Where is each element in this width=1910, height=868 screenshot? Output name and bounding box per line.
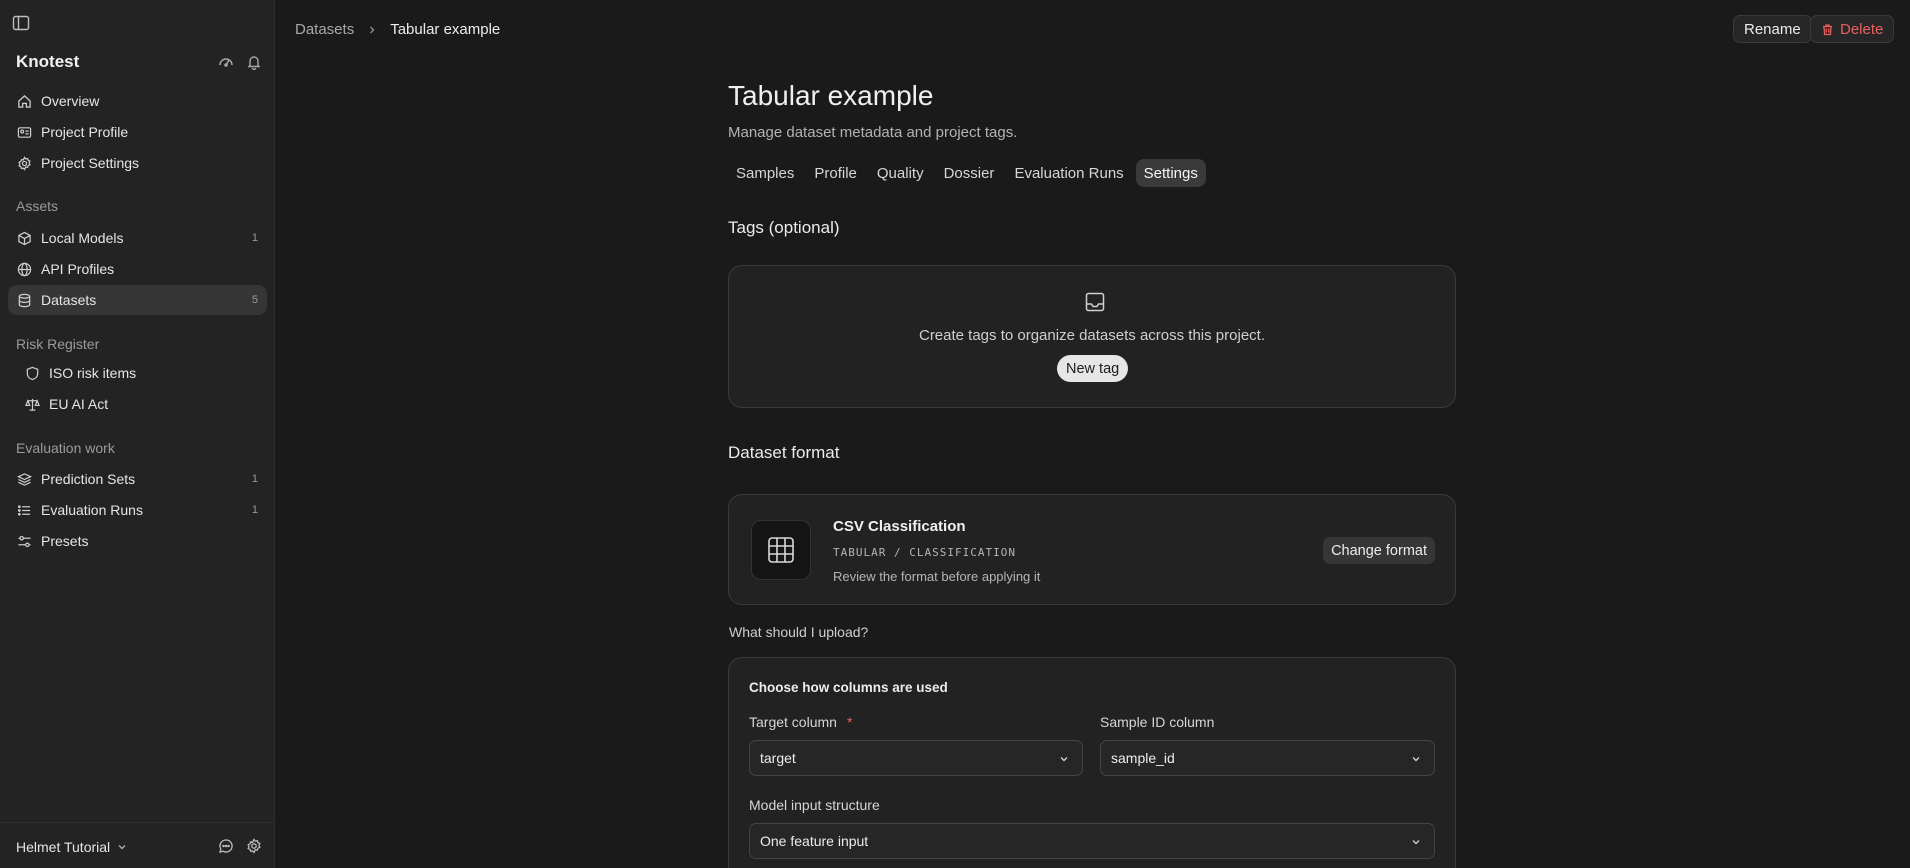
sidebar-header: Knotest [16,50,266,74]
sidebar-footer: Helmet Tutorial [0,822,275,868]
chevron-down-icon [1058,753,1070,765]
column-mapping-card: Choose how columns are used Target colum… [728,657,1456,868]
format-name: CSV Classification [833,518,966,535]
sidebar-item-label: ISO risk items [49,365,137,381]
sidebar-item-overview[interactable]: Overview [8,86,267,116]
target-column-select[interactable]: target [749,740,1083,776]
gear-icon [17,155,32,171]
sample-id-column-select[interactable]: sample_id [1100,740,1435,776]
database-icon [17,293,32,308]
team-switcher[interactable]: Helmet Tutorial [16,839,128,855]
new-tag-button[interactable]: New tag [1057,355,1129,382]
sidebar-item-label: API Profiles [41,261,115,277]
tags-empty-state: Create tags to organize datasets across … [728,265,1456,408]
section-label-evaluation-work: Evaluation work [16,440,115,456]
required-marker: * [846,714,853,730]
dataset-format-heading: Dataset format [728,443,840,462]
tab-settings[interactable]: Settings [1135,159,1206,187]
sidebar-item-label: Presets [41,533,89,549]
item-count: 1 [251,504,258,516]
sidebar-item-label: Local Models [41,230,124,246]
sidebar-item-project-profile[interactable]: Project Profile [8,117,267,147]
sidebar-item-api-profiles[interactable]: API Profiles [8,254,267,284]
input-structure-label: Model input structure [749,797,880,813]
sidebar-item-evaluation-runs[interactable]: Evaluation Runs 1 [8,495,267,525]
chevron-right-icon [366,24,378,36]
delete-label: Delete [1840,20,1884,38]
trash-icon [1821,23,1834,36]
tab-quality[interactable]: Quality [869,159,932,187]
layers-icon [17,472,32,487]
sidebar-item-project-settings[interactable]: Project Settings [8,148,267,178]
sample-id-column-value: sample_id [1111,750,1175,766]
column-mapping-heading: Choose how columns are used [749,680,948,695]
change-format-button[interactable]: Change format [1323,537,1435,564]
section-label-assets: Assets [16,198,59,214]
page-title: Tabular example [728,80,934,111]
chevron-down-icon [1410,753,1422,765]
upload-help-link[interactable]: What should I upload? [729,624,868,640]
sliders-icon [17,534,32,549]
sidebar-item-prediction-sets[interactable]: Prediction Sets 1 [8,464,267,494]
page-subtitle: Manage dataset metadata and project tags… [728,124,1018,141]
sidebar-item-eu-ai-act[interactable]: EU AI Act [8,389,267,419]
table-grid-icon [751,520,811,580]
sidebar-item-label: Project Settings [41,155,140,171]
tags-empty-message: Create tags to organize datasets across … [918,327,1265,344]
chevron-down-icon [116,841,128,853]
sidebar-toggle-icon[interactable] [12,15,30,31]
target-column-label-text: Target column [749,714,837,730]
section-label-risk-register: Risk Register [16,336,100,352]
bell-icon[interactable] [246,54,262,70]
chat-icon[interactable] [218,838,234,854]
list-icon [17,503,32,518]
sidebar-item-label: Overview [41,93,100,109]
cube-icon [17,231,32,246]
sidebar-item-local-models[interactable]: Local Models 1 [8,223,267,253]
sidebar-item-label: Evaluation Runs [41,502,143,518]
item-count: 1 [251,232,258,244]
id-card-icon [17,125,32,140]
sidebar: Knotest Overview Project Profile Project… [0,0,275,868]
settings-gear-icon[interactable] [246,838,262,854]
dataset-format-card: CSV Classification TABULAR / CLASSIFICAT… [728,494,1456,605]
team-name: Helmet Tutorial [16,839,111,855]
delete-button[interactable]: Delete [1810,15,1895,43]
breadcrumb-datasets-link[interactable]: Datasets [295,21,354,38]
shield-icon [25,366,40,381]
inbox-icon [1084,291,1106,313]
chevron-down-icon [1410,836,1422,848]
breadcrumb-current: Tabular example [390,21,501,38]
rename-button[interactable]: Rename [1733,15,1812,43]
target-column-value: target [760,750,796,766]
breadcrumb: Datasets Tabular example [295,21,500,38]
format-kind: TABULAR / CLASSIFICATION [833,546,1016,559]
globe-icon [17,262,32,277]
sidebar-item-datasets[interactable]: Datasets 5 [8,285,267,315]
input-structure-value: One feature input [760,833,869,849]
item-count: 1 [251,473,258,485]
home-icon [17,94,32,109]
sidebar-item-presets[interactable]: Presets [8,526,267,556]
sidebar-item-label: Datasets [41,292,97,308]
scale-icon [25,397,40,412]
sidebar-item-label: EU AI Act [49,396,109,412]
dataset-tabs: Samples Profile Quality Dossier Evaluati… [728,159,1206,187]
sample-id-column-label: Sample ID column [1100,714,1215,730]
tab-profile[interactable]: Profile [806,159,865,187]
sidebar-item-label: Prediction Sets [41,471,136,487]
input-structure-select[interactable]: One feature input [749,823,1435,859]
tab-evaluation-runs[interactable]: Evaluation Runs [1006,159,1131,187]
target-column-label: Target column * [749,714,852,730]
tab-dossier[interactable]: Dossier [936,159,1003,187]
format-hint: Review the format before applying it [833,569,1041,584]
sidebar-item-label: Project Profile [41,124,129,140]
tab-samples[interactable]: Samples [728,159,802,187]
rename-label: Rename [1744,20,1801,38]
sidebar-item-iso-risk-items[interactable]: ISO risk items [8,358,267,388]
tags-heading: Tags (optional) [728,218,840,237]
gauge-icon[interactable] [218,54,234,70]
item-count: 5 [251,294,258,306]
